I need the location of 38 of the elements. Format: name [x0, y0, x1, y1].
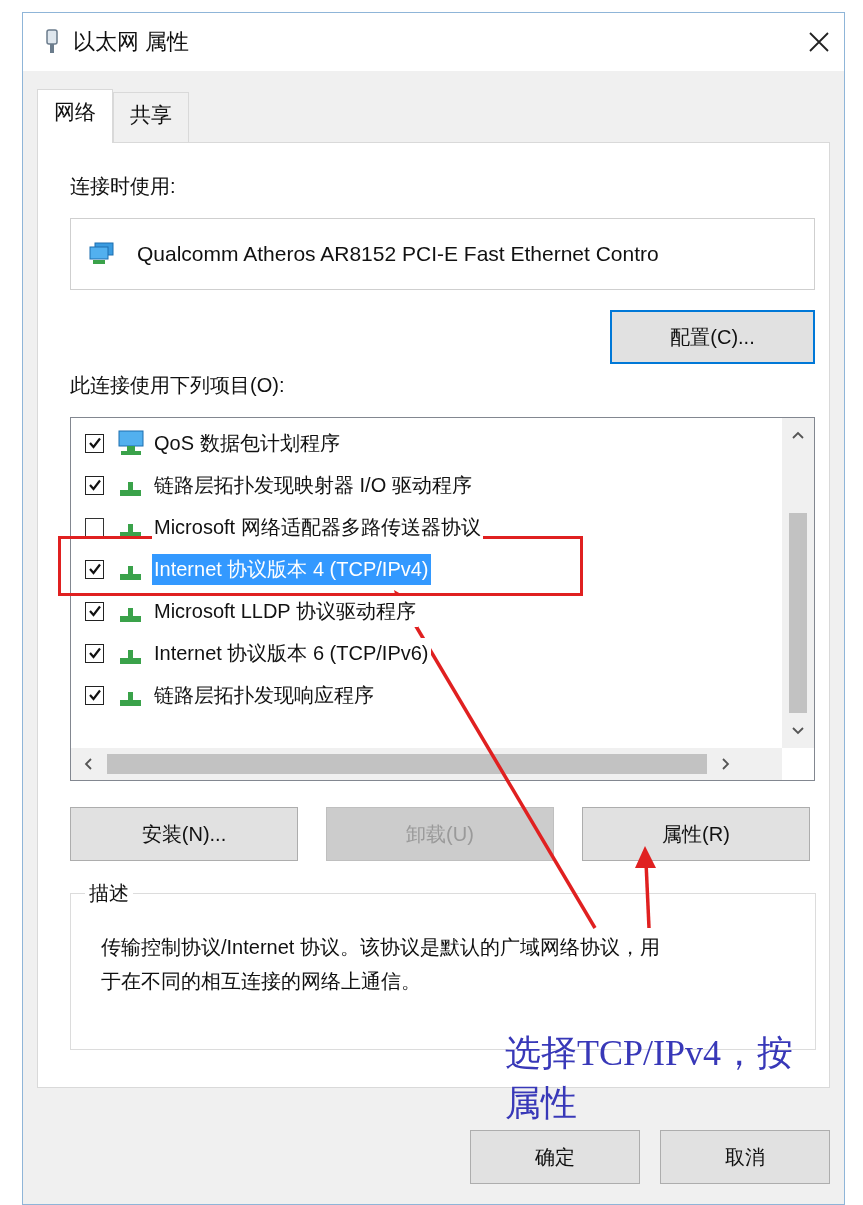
network-protocol-icon: [120, 482, 141, 496]
connect-using-label: 连接时使用:: [70, 174, 177, 199]
dialog-button[interactable]: 取消: [660, 1130, 830, 1184]
checkbox[interactable]: [85, 475, 104, 495]
network-protocol-icon: [120, 524, 141, 538]
scroll-thumb[interactable]: [107, 754, 707, 774]
checkbox[interactable]: [85, 685, 104, 705]
network-protocol-icon: [120, 650, 141, 664]
checkbox[interactable]: [85, 517, 104, 537]
tab[interactable]: 共享: [113, 92, 189, 142]
monitor-icon: [118, 430, 144, 456]
item-action-button[interactable]: 属性(R): [582, 807, 810, 861]
network-adapter-icon: [89, 242, 115, 266]
checkbox[interactable]: [85, 559, 104, 579]
scroll-up-icon[interactable]: [791, 430, 805, 440]
annotation-note: 选择TCP/IPv4，按属性: [505, 1032, 795, 1125]
adapter-name: Qualcomm Atheros AR8152 PCI-E Fast Ethernet Contro: [137, 242, 659, 266]
ethernet-plug-icon: [45, 29, 59, 55]
vertical-scrollbar[interactable]: [782, 418, 814, 748]
dialog-button[interactable]: 确定: [470, 1130, 640, 1184]
window-title: 以太网 属性: [73, 28, 191, 56]
scroll-thumb[interactable]: [789, 513, 807, 713]
checkbox[interactable]: [85, 643, 104, 663]
item-action-button[interactable]: 安装(N)...: [70, 807, 298, 861]
network-protocol-icon: [120, 692, 141, 706]
scroll-right-icon[interactable]: [721, 757, 731, 771]
checkbox[interactable]: [85, 601, 104, 621]
items-label: 此连接使用下列项目(O):: [70, 373, 286, 398]
scroll-left-icon[interactable]: [83, 757, 93, 771]
checkbox[interactable]: [85, 433, 104, 453]
horizontal-scrollbar[interactable]: [71, 748, 782, 780]
network-protocol-icon: [120, 566, 141, 580]
network-protocol-icon: [120, 608, 141, 622]
configure-button[interactable]: 配置(C)...: [610, 310, 815, 364]
list-item[interactable]: Microsoft LLDP 协议驱动程序: [152, 595, 418, 627]
close-icon[interactable]: [808, 31, 830, 53]
tab[interactable]: 网络: [37, 89, 113, 143]
scroll-down-icon[interactable]: [791, 726, 805, 736]
